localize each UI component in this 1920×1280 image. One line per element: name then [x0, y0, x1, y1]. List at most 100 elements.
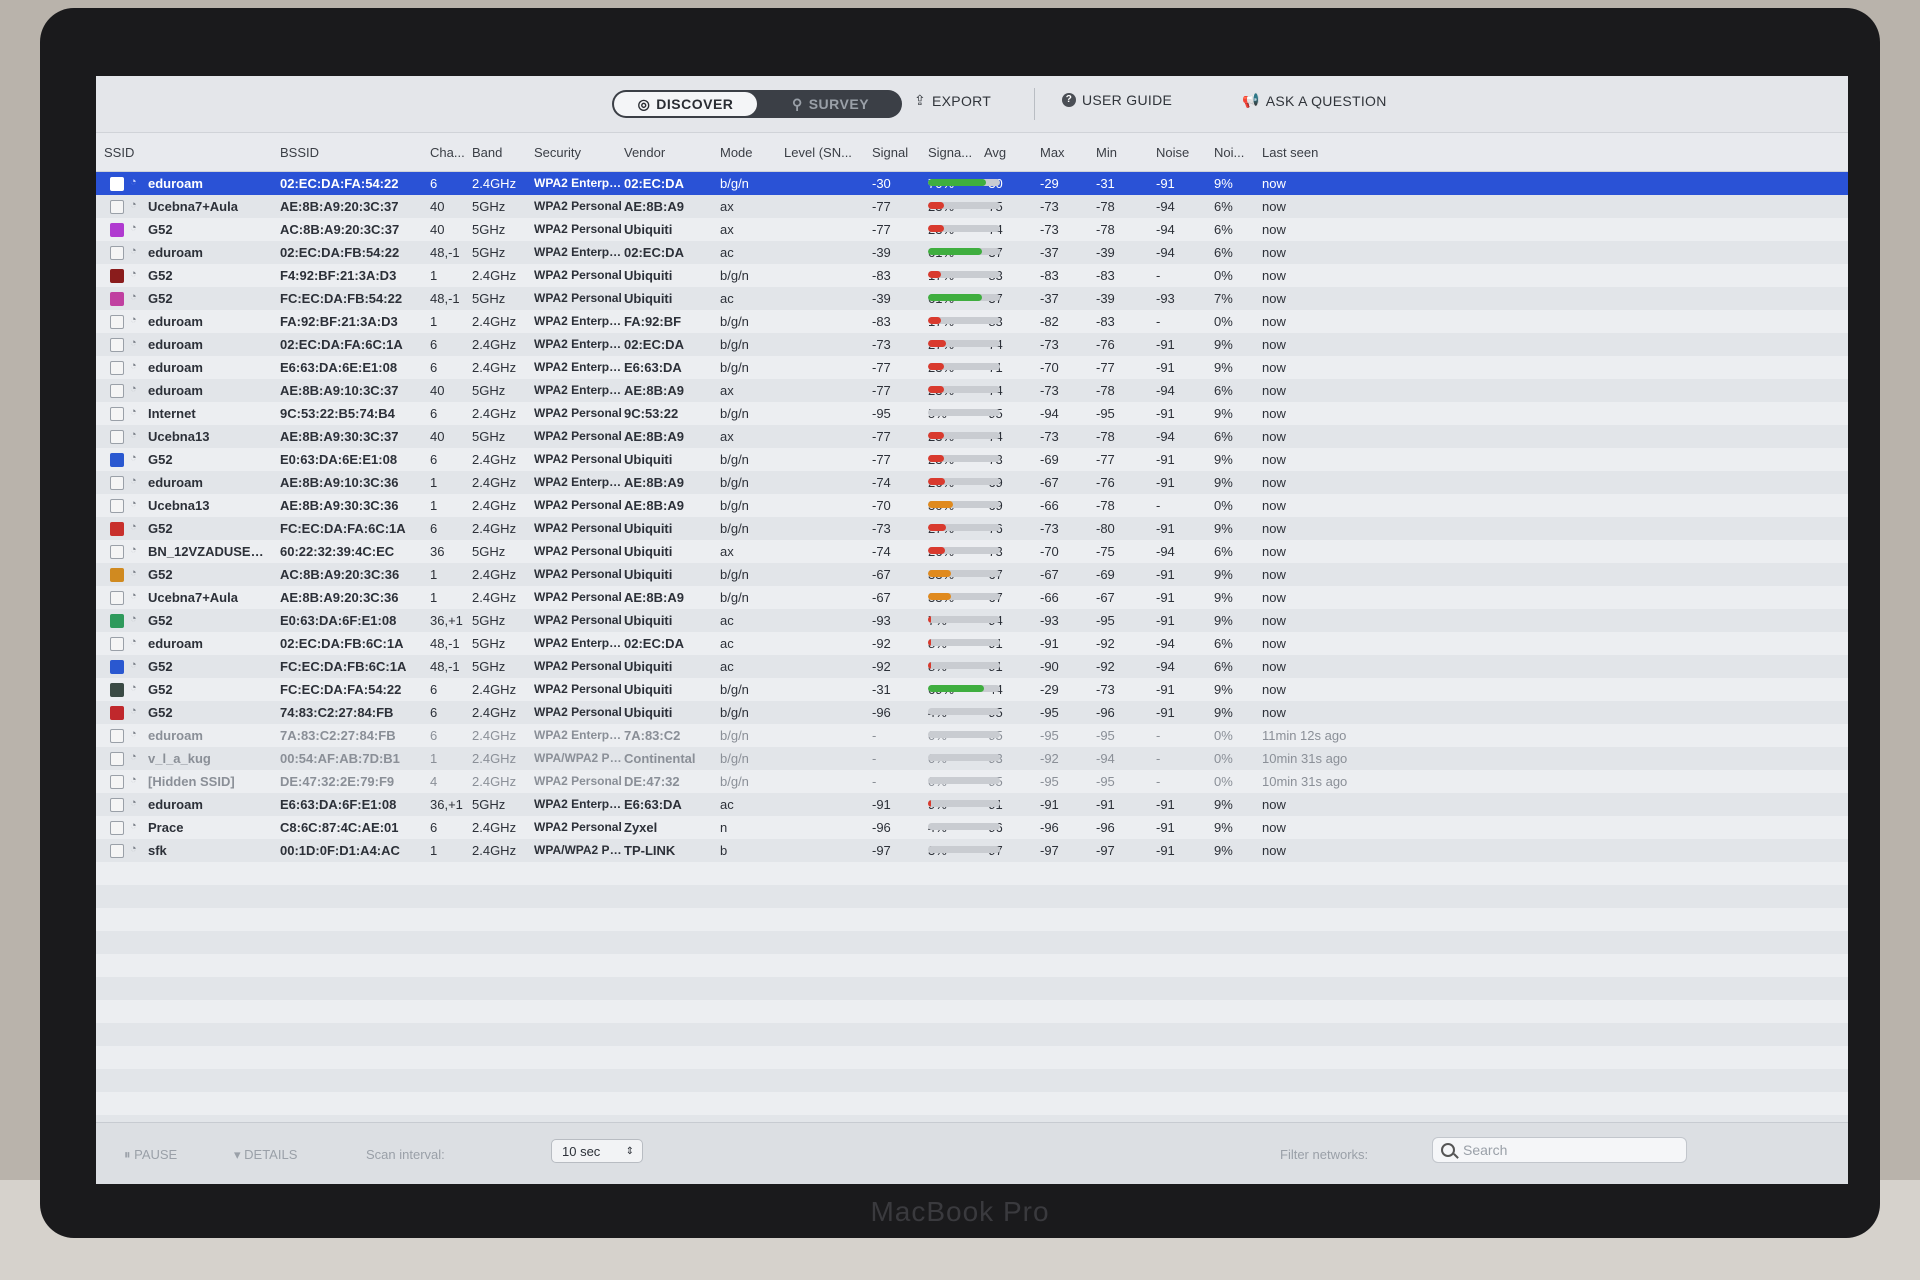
cell-sec: WPA2 Enterpri...: [534, 797, 622, 811]
col-noise[interactable]: Noise: [1156, 145, 1189, 160]
laptop-brand: MacBook Pro: [870, 1196, 1050, 1227]
row-checkbox[interactable]: [110, 545, 124, 559]
row-checkbox[interactable]: [110, 683, 124, 697]
table-row[interactable]: ◔ [Hidden SSID] DE:47:32:2E:79:F9 4 2.4GHz WP…: [96, 770, 1848, 793]
row-checkbox[interactable]: [110, 223, 124, 237]
col-last-seen[interactable]: Last seen: [1262, 145, 1318, 160]
col-band[interactable]: Band: [472, 145, 502, 160]
col-vendor[interactable]: Vendor: [624, 145, 665, 160]
row-checkbox[interactable]: [110, 269, 124, 283]
row-checkbox[interactable]: [110, 637, 124, 651]
table-row[interactable]: ◔ eduroam FA:92:BF:21:3A:D3 1 2.4GHz WPA2 Ent…: [96, 310, 1848, 333]
table-row[interactable]: ◔ G52 F4:92:BF:21:3A:D3 1 2.4GHz WPA2 Persona…: [96, 264, 1848, 287]
toolbar-divider: [1034, 88, 1035, 120]
col-noise-pct[interactable]: Noi...: [1214, 145, 1244, 160]
table-row[interactable]: ◔ G52 E0:63:DA:6F:E1:08 36,+1 5GHz WPA2 Perso…: [96, 609, 1848, 632]
table-row[interactable]: ◔ Prace C8:6C:87:4C:AE:01 6 2.4GHz WPA2 Perso…: [96, 816, 1848, 839]
cell-vendor: Zyxel: [624, 820, 658, 835]
cell-band: 2.4GHz: [472, 360, 517, 375]
table-row[interactable]: ◔ G52 FC:EC:DA:FA:6C:1A 6 2.4GHz WPA2 Persona…: [96, 517, 1848, 540]
col-signal-pct[interactable]: Signa...: [928, 145, 972, 160]
table-row[interactable]: ◔ eduroam 02:EC:DA:FA:6C:1A 6 2.4GHz WPA2 Ent…: [96, 333, 1848, 356]
table-row[interactable]: ◔ sfk 00:1D:0F:D1:A4:AC 1 2.4GHz WPA/WPA2 Pe.…: [96, 839, 1848, 862]
row-checkbox[interactable]: [110, 821, 124, 835]
row-checkbox[interactable]: [110, 338, 124, 352]
row-checkbox[interactable]: [110, 591, 124, 605]
row-checkbox[interactable]: [110, 729, 124, 743]
table-row[interactable]: ◔ G52 FC:EC:DA:FA:54:22 6 2.4GHz WPA2 Persona…: [96, 678, 1848, 701]
table-row[interactable]: ◔ Ucebna7+Aula AE:8B:A9:20:3C:36 1 2.4GHz WPA…: [96, 586, 1848, 609]
col-mode[interactable]: Mode: [720, 145, 753, 160]
table-row[interactable]: ◔ BN_12VZADUSEK60 60:22:32:39:4C:EC 36 5GHz W…: [96, 540, 1848, 563]
cell-ch: 1: [430, 314, 438, 329]
row-checkbox[interactable]: [110, 292, 124, 306]
table-row[interactable]: ◔ G52 FC:EC:DA:FB:54:22 48,-1 5GHz WPA2 Perso…: [96, 287, 1848, 310]
table-row[interactable]: ◔ eduroam 7A:83:C2:27:84:FB 6 2.4GHz WPA2 Ent…: [96, 724, 1848, 747]
row-checkbox[interactable]: [110, 177, 124, 191]
table-row[interactable]: ◔ Ucebna13 AE:8B:A9:30:3C:37 40 5GHz WPA2 Per…: [96, 425, 1848, 448]
table-row[interactable]: ◔ v_l_a_kug 00:54:AF:AB:7D:B1 1 2.4GHz WPA/WP…: [96, 747, 1848, 770]
table-row[interactable]: ◔ G52 E0:63:DA:6E:E1:08 6 2.4GHz WPA2 Persona…: [96, 448, 1848, 471]
table-row[interactable]: ◔ Ucebna7+Aula AE:8B:A9:20:3C:37 40 5GHz WPA2…: [96, 195, 1848, 218]
col-ssid[interactable]: SSID: [104, 145, 134, 160]
col-avg[interactable]: Avg: [984, 145, 1006, 160]
table-row[interactable]: ◔ eduroam E6:63:DA:6F:E1:08 36,+1 5GHz WPA2 E…: [96, 793, 1848, 816]
signal-level-bar: [928, 846, 1000, 853]
table-row[interactable]: ◔ Ucebna13 AE:8B:A9:30:3C:36 1 2.4GHz WPA2 Pe…: [96, 494, 1848, 517]
table-row[interactable]: ◔ eduroam AE:8B:A9:10:3C:36 1 2.4GHz WPA2 Ent…: [96, 471, 1848, 494]
col-security[interactable]: Security: [534, 145, 581, 160]
row-checkbox[interactable]: [110, 407, 124, 421]
wifi-icon: ◔: [130, 291, 137, 303]
row-checkbox[interactable]: [110, 775, 124, 789]
row-checkbox[interactable]: [110, 522, 124, 536]
tab-discover[interactable]: ◎ DISCOVER: [614, 92, 757, 116]
table-row[interactable]: ◔ G52 AC:8B:A9:20:3C:36 1 2.4GHz WPA2 Persona…: [96, 563, 1848, 586]
signal-level-fill: [928, 179, 986, 186]
table-row[interactable]: ◔ G52 74:83:C2:27:84:FB 6 2.4GHz WPA2 Persona…: [96, 701, 1848, 724]
pause-button[interactable]: ⏸ PAUSE: [124, 1147, 177, 1163]
table-row[interactable]: ◔ eduroam E6:63:DA:6E:E1:08 6 2.4GHz WPA2 Ent…: [96, 356, 1848, 379]
col-min[interactable]: Min: [1096, 145, 1117, 160]
col-channel[interactable]: Cha...: [430, 145, 465, 160]
table-row[interactable]: ◔ eduroam 02:EC:DA:FB:6C:1A 48,-1 5GHz WPA2 E…: [96, 632, 1848, 655]
col-signal[interactable]: Signal: [872, 145, 908, 160]
table-row[interactable]: ◔ G52 AC:8B:A9:20:3C:37 40 5GHz WPA2 Personal…: [96, 218, 1848, 241]
ask-question-label: ASK A QUESTION: [1265, 92, 1387, 109]
row-checkbox[interactable]: [110, 430, 124, 444]
row-checkbox[interactable]: [110, 798, 124, 812]
table-row[interactable]: ◔ eduroam 02:EC:DA:FB:54:22 48,-1 5GHz WPA2 E…: [96, 241, 1848, 264]
tab-survey[interactable]: ⚲ SURVEY: [759, 90, 902, 118]
table-row[interactable]: ◔ eduroam 02:EC:DA:FA:54:22 6 2.4GHz WPA2 Ent…: [96, 172, 1848, 195]
row-checkbox[interactable]: [110, 315, 124, 329]
row-checkbox[interactable]: [110, 200, 124, 214]
table-row[interactable]: ◔ eduroam AE:8B:A9:10:3C:37 40 5GHz WPA2 Ente…: [96, 379, 1848, 402]
ask-question-button[interactable]: 📢 ASK A QUESTION: [1242, 92, 1387, 109]
row-checkbox[interactable]: [110, 384, 124, 398]
col-level[interactable]: Level (SN...: [784, 145, 852, 160]
row-checkbox[interactable]: [110, 844, 124, 858]
search-input[interactable]: Search: [1432, 1137, 1687, 1163]
row-checkbox[interactable]: [110, 568, 124, 582]
row-checkbox[interactable]: [110, 660, 124, 674]
table-row[interactable]: ◔ Internet 9C:53:22:B5:74:B4 6 2.4GHz WPA2 Pe…: [96, 402, 1848, 425]
app-window: ◎ DISCOVER ⚲ SURVEY ⇪ EXPORT ? USER GUID…: [96, 76, 1848, 1184]
scan-interval-select[interactable]: 10 sec ⇕: [551, 1139, 643, 1163]
row-checkbox[interactable]: [110, 476, 124, 490]
row-checkbox[interactable]: [110, 246, 124, 260]
row-checkbox[interactable]: [110, 706, 124, 720]
cell-ssid: G52: [148, 705, 173, 720]
signal-level-fill: [928, 386, 944, 393]
export-button[interactable]: ⇪ EXPORT: [914, 92, 991, 109]
row-checkbox[interactable]: [110, 361, 124, 375]
signal-level-fill: [928, 202, 944, 209]
row-checkbox[interactable]: [110, 453, 124, 467]
details-button[interactable]: ▾ DETAILS: [234, 1147, 297, 1163]
details-label: DETAILS: [244, 1147, 298, 1162]
row-checkbox[interactable]: [110, 499, 124, 513]
row-checkbox[interactable]: [110, 614, 124, 628]
col-bssid[interactable]: BSSID: [280, 145, 319, 160]
col-max[interactable]: Max: [1040, 145, 1065, 160]
table-row[interactable]: ◔ G52 FC:EC:DA:FB:6C:1A 48,-1 5GHz WPA2 Perso…: [96, 655, 1848, 678]
user-guide-button[interactable]: ? USER GUIDE: [1062, 92, 1172, 108]
row-checkbox[interactable]: [110, 752, 124, 766]
